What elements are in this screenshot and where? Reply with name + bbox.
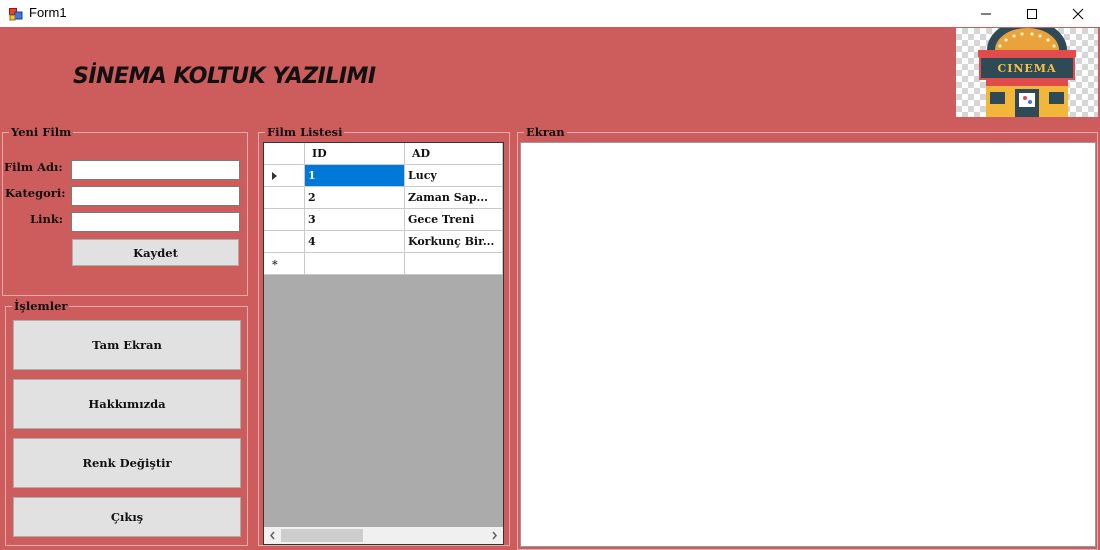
table-cell-id[interactable]: 4 [305,231,405,253]
cinema-logo: CINEMA [956,28,1098,117]
film-listesi-legend: Film Listesi [265,125,345,139]
row-header[interactable] [264,231,305,253]
maximize-button[interactable] [1009,0,1055,27]
new-row-cell-id[interactable] [305,253,405,275]
scroll-right-button[interactable] [486,527,503,544]
link-label: Link: [30,212,64,226]
minimize-button[interactable] [963,0,1009,27]
film-data-grid[interactable]: ID AD 1 Lucy 2 Zaman Sap... 3 Gece Treni… [263,142,504,545]
new-row[interactable]: * [264,253,503,275]
logo-text: CINEMA [997,62,1056,75]
kaydet-button[interactable]: Kaydet [72,239,239,266]
table-cell-ad[interactable]: Gece Treni [405,209,503,231]
new-row-star-icon: * [272,258,278,271]
close-icon [1072,8,1084,20]
table-cell-id[interactable]: 1 [305,165,405,187]
table-row[interactable]: 4 Korkunç Bir... [264,231,503,253]
table-cell-ad[interactable]: Lucy [405,165,503,187]
cikis-button[interactable]: Çıkış [13,497,241,537]
table-row[interactable]: 2 Zaman Sap... [264,187,503,209]
link-input[interactable] [71,212,240,232]
yeni-film-legend: Yeni Film [9,125,74,139]
current-row-arrow-icon [272,172,277,180]
maximize-icon [1027,9,1037,19]
form-client-area: SİNEMA KOLTUK YAZILIMI CINEMA Yeni Film … [0,27,1100,550]
islemler-legend: İşlemler [12,299,70,313]
table-cell-ad[interactable]: Zaman Sap... [405,187,503,209]
scroll-left-button[interactable] [264,527,281,544]
row-header[interactable] [264,165,305,187]
minimize-icon [981,13,991,15]
table-cell-id[interactable]: 2 [305,187,405,209]
kategori-label: Kategori: [5,186,66,200]
table-cell-ad[interactable]: Korkunç Bir... [405,231,503,253]
grid-header-row: ID AD [264,143,503,165]
ekran-legend: Ekran [524,125,567,139]
new-row-cell-ad[interactable] [405,253,503,275]
row-header[interactable]: * [264,253,305,275]
hakkimizda-button[interactable]: Hakkımızda [13,379,241,429]
film-adi-input[interactable] [71,160,240,180]
column-header-ad[interactable]: AD [405,143,503,165]
ekran-panel[interactable] [520,142,1096,547]
scrollbar-thumb[interactable] [281,529,363,542]
film-adi-label: Film Adı: [4,160,63,174]
table-row[interactable]: 3 Gece Treni [264,209,503,231]
row-header[interactable] [264,209,305,231]
window-title-bar[interactable]: Form1 [0,0,1100,27]
chevron-right-icon [492,531,497,540]
horizontal-scrollbar[interactable] [264,527,503,544]
renk-degistir-button[interactable]: Renk Değiştir [13,438,241,488]
table-row[interactable]: 1 Lucy [264,165,503,187]
app-icon [9,6,23,21]
row-header-corner[interactable] [264,143,305,165]
tam-ekran-button[interactable]: Tam Ekran [13,320,241,370]
column-header-id[interactable]: ID [305,143,405,165]
table-cell-id[interactable]: 3 [305,209,405,231]
window-title: Form1 [29,5,67,20]
kategori-input[interactable] [71,186,240,206]
close-button[interactable] [1055,0,1100,27]
row-header[interactable] [264,187,305,209]
page-title: SİNEMA KOLTUK YAZILIMI [73,64,376,89]
chevron-left-icon [270,531,275,540]
